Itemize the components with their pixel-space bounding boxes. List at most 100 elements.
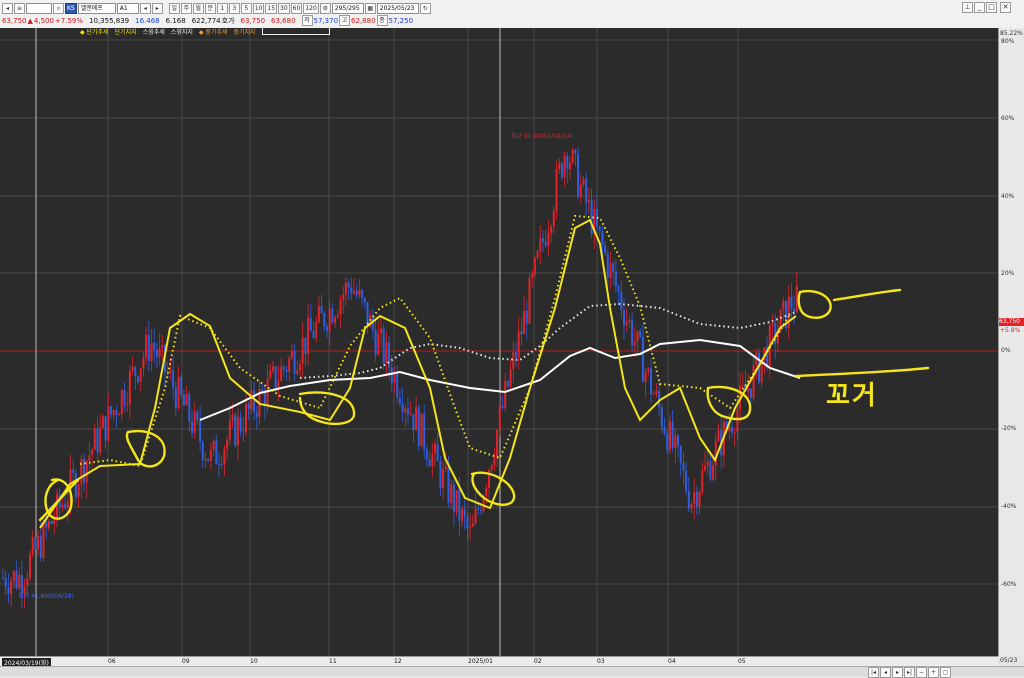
candle-body <box>191 421 193 433</box>
candle-body <box>142 358 145 369</box>
axis-tick-40: 40% <box>1001 193 1015 200</box>
candle-body <box>112 410 115 415</box>
current-pct-tag: +5.8% <box>1000 327 1021 334</box>
scroll-first-icon[interactable]: |◂ <box>868 667 879 678</box>
market-badge[interactable]: KS <box>65 3 77 14</box>
period-60[interactable]: 60 <box>290 3 303 14</box>
stock-name-field[interactable]: 엘앤에프 <box>77 3 116 14</box>
refresh-button[interactable]: ↻ <box>419 3 431 14</box>
candle-body <box>655 390 658 395</box>
period-minute[interactable]: 분 <box>204 3 216 14</box>
axis-tick-neg20: -20% <box>1001 425 1017 432</box>
period-month[interactable]: 월 <box>192 3 204 14</box>
candle-body <box>126 404 129 406</box>
candle-body <box>301 337 304 364</box>
zoom-in-icon[interactable]: + <box>928 667 939 678</box>
candle-body <box>123 390 126 406</box>
period-1[interactable]: 1 <box>216 3 228 14</box>
settings-button[interactable]: ⚙ <box>319 3 331 14</box>
indicator-legend: ◆ 단기추세 단기지지 스윙추세 스윙지지 ◆ 중기추세 중기지지 <box>80 27 330 36</box>
candle-body <box>752 365 755 399</box>
chart-canvas[interactable]: 꼬거 최고 91,400(1/02/14) 최저 41,600(06/28) <box>0 28 998 656</box>
candle-body <box>96 428 99 453</box>
candle-body <box>598 226 601 231</box>
next-button[interactable]: ▸ <box>151 3 163 14</box>
candle-body <box>2 577 4 579</box>
legend-mid-trend[interactable]: ◆ 중기추세 <box>199 27 228 36</box>
scroll-prev-icon[interactable]: ◂ <box>880 667 891 678</box>
maximize-icon[interactable]: □ <box>986 2 997 13</box>
candle-body <box>104 416 107 441</box>
candle-body <box>15 571 18 588</box>
candle-body <box>515 352 517 359</box>
zoom-out-icon[interactable]: − <box>916 667 927 678</box>
candle-body <box>226 439 229 449</box>
calendar-icon[interactable]: ▦ <box>364 3 376 14</box>
candle-body <box>523 310 526 335</box>
candle-body <box>128 370 131 405</box>
scroll-next-icon[interactable]: ▸ <box>892 667 903 678</box>
candle-body <box>309 317 312 332</box>
candle-body <box>250 390 253 409</box>
period-3[interactable]: 3 <box>228 3 240 14</box>
change-percent: +7.59% <box>54 16 84 25</box>
axis-tick-20: 20% <box>1001 270 1015 277</box>
candle-body <box>180 376 183 395</box>
legend-short-support[interactable]: 단기지지 <box>115 27 137 36</box>
legend-mid-support[interactable]: 중기지지 <box>234 27 256 36</box>
candle-body <box>242 431 245 433</box>
period-10[interactable]: 10 <box>252 3 265 14</box>
candle-body <box>582 178 585 185</box>
candle-body <box>56 494 58 521</box>
count-field[interactable]: 295/295 <box>331 3 364 14</box>
candle-body <box>45 521 48 528</box>
candle-body <box>34 537 37 550</box>
candle-body <box>374 329 377 355</box>
period-week[interactable]: 주 <box>180 3 192 14</box>
stock-code-field[interactable] <box>26 3 52 14</box>
price-chart[interactable]: 꼬거 최고 91,400(1/02/14) 최저 41,600(06/28) <box>0 28 998 656</box>
period-15[interactable]: 15 <box>265 3 278 14</box>
search-button[interactable]: ⌕ <box>53 3 64 14</box>
candle-body <box>509 369 512 387</box>
period-5[interactable]: 5 <box>240 3 252 14</box>
legend-input-box[interactable] <box>261 27 330 35</box>
fit-icon[interactable]: ◻ <box>940 667 951 678</box>
legend-short-trend[interactable]: ◆ 단기추세 <box>80 27 109 36</box>
candle-body <box>579 184 582 197</box>
candle-body <box>558 163 561 170</box>
scroll-last-icon[interactable]: ▸| <box>904 667 915 678</box>
candle-body <box>153 343 156 350</box>
candle-body <box>177 376 180 409</box>
date-field[interactable]: 2025/05/23 <box>376 3 419 14</box>
period-30[interactable]: 30 <box>278 3 290 14</box>
axis-end-date: 05/23 <box>1000 657 1018 664</box>
minimize-icon[interactable]: _ <box>974 2 985 13</box>
period-day[interactable]: 일 <box>168 3 180 14</box>
candle-body <box>80 458 83 485</box>
candle-body <box>377 333 380 355</box>
candle-body <box>496 430 499 458</box>
candle-body <box>712 465 715 480</box>
period-120[interactable]: 120 <box>303 3 319 14</box>
candle-body <box>307 317 310 354</box>
menu-button[interactable]: ≡ <box>14 3 25 14</box>
candle-body <box>293 351 296 374</box>
volume-value: 10,355,839 <box>89 16 130 25</box>
legend-swing-support[interactable]: 스윙지지 <box>171 27 193 36</box>
candle-body <box>552 211 555 227</box>
bid-price: 63,680 <box>271 16 296 25</box>
prev-button[interactable]: ◂ <box>139 3 151 14</box>
circle-annotation-6 <box>797 289 832 319</box>
candle-body <box>99 427 102 453</box>
candle-body <box>72 469 75 474</box>
right-axis: 85.22% 80% 60% 40% 20% 63,750 +5.8% 0% -… <box>998 28 1024 656</box>
candle-body <box>458 489 461 521</box>
candle-body <box>107 406 110 441</box>
pin-icon[interactable]: ⊥ <box>962 2 973 13</box>
candle-body <box>326 326 328 331</box>
candle-body <box>4 577 7 588</box>
back-button[interactable]: ◂ <box>2 3 13 14</box>
close-icon[interactable]: ✕ <box>1000 2 1011 13</box>
legend-swing-trend[interactable]: 스윙추세 <box>143 27 165 36</box>
